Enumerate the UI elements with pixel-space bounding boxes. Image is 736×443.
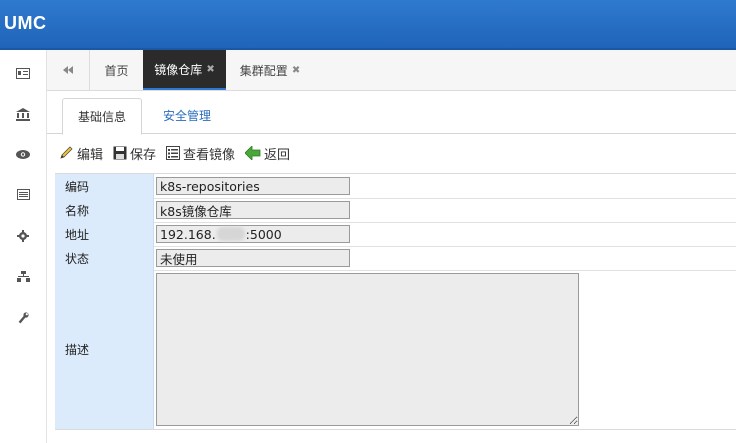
double-chevron-left-icon xyxy=(63,66,73,74)
floppy-disk-icon xyxy=(113,146,127,160)
close-icon[interactable]: ✖ xyxy=(206,64,214,75)
code-field[interactable]: k8s-repositories xyxy=(156,177,350,195)
tab-cluster-config[interactable]: 集群配置 ✖ xyxy=(226,50,314,90)
subtab-security-label: 安全管理 xyxy=(162,108,211,123)
code-label: 编码 xyxy=(55,174,154,198)
name-label: 名称 xyxy=(55,198,154,222)
detail-form: 编码 k8s-repositories 名称 k8s镜像仓库 地址 192.16… xyxy=(55,173,736,430)
tab-bar: 首页 镜像仓库 ✖ 集群配置 ✖ xyxy=(47,50,736,91)
gear-icon[interactable] xyxy=(15,228,31,244)
top-header: UMC xyxy=(0,0,736,50)
subtab-basic-info-label: 基础信息 xyxy=(77,110,126,124)
subtab-security[interactable]: 安全管理 xyxy=(151,98,223,132)
pencil-icon xyxy=(60,146,73,159)
address-suffix: :5000 xyxy=(245,226,282,242)
sidebar xyxy=(0,50,47,443)
tab-home-label: 首页 xyxy=(104,63,129,78)
eye-icon[interactable] xyxy=(15,146,31,162)
sub-tab-bar: 基础信息 安全管理 xyxy=(47,91,736,135)
view-images-button-label: 查看镜像 xyxy=(183,147,236,163)
address-prefix: 192.168. xyxy=(160,226,216,242)
id-card-icon[interactable] xyxy=(15,65,31,81)
tab-scroll-left-button[interactable] xyxy=(47,50,90,90)
toolbar: 编辑 保存 查看镜像 返回 xyxy=(59,143,300,163)
status-label: 状态 xyxy=(55,246,154,270)
edit-button-label: 编辑 xyxy=(77,147,104,163)
subtab-basic-info[interactable]: 基础信息 xyxy=(62,98,142,135)
tab-image-repository-label: 镜像仓库 xyxy=(154,62,203,77)
form-row-name: 名称 k8s镜像仓库 xyxy=(55,198,736,223)
form-row-status: 状态 未使用 xyxy=(55,246,736,271)
form-row-description: 描述 xyxy=(55,270,736,429)
tab-image-repository[interactable]: 镜像仓库 ✖ xyxy=(143,50,226,90)
description-textarea[interactable] xyxy=(156,273,579,426)
tab-cluster-config-label: 集群配置 xyxy=(239,63,288,78)
list-icon xyxy=(166,146,181,160)
close-icon[interactable]: ✖ xyxy=(292,65,300,76)
description-label: 描述 xyxy=(55,270,154,429)
save-button[interactable]: 保存 xyxy=(113,144,156,163)
address-field[interactable]: 192.168. :5000 xyxy=(156,225,350,243)
status-field[interactable]: 未使用 xyxy=(156,249,350,267)
name-field[interactable]: k8s镜像仓库 xyxy=(156,201,350,219)
arrow-left-icon xyxy=(245,146,261,160)
address-label: 地址 xyxy=(55,222,154,246)
wrench-icon[interactable] xyxy=(15,310,31,326)
view-images-button[interactable]: 查看镜像 xyxy=(166,144,235,163)
app-logo: UMC xyxy=(4,13,47,33)
save-button-label: 保存 xyxy=(130,147,157,163)
tab-home[interactable]: 首页 xyxy=(90,50,143,90)
form-row-code: 编码 k8s-repositories xyxy=(55,174,736,199)
back-button-label: 返回 xyxy=(264,147,291,163)
back-button[interactable]: 返回 xyxy=(245,144,290,163)
sitemap-icon[interactable] xyxy=(15,268,31,284)
list-icon[interactable] xyxy=(15,186,31,202)
redacted-mask xyxy=(216,227,245,241)
edit-button[interactable]: 编辑 xyxy=(59,144,103,163)
form-row-address: 地址 192.168. :5000 xyxy=(55,222,736,247)
bank-icon[interactable] xyxy=(15,106,31,122)
